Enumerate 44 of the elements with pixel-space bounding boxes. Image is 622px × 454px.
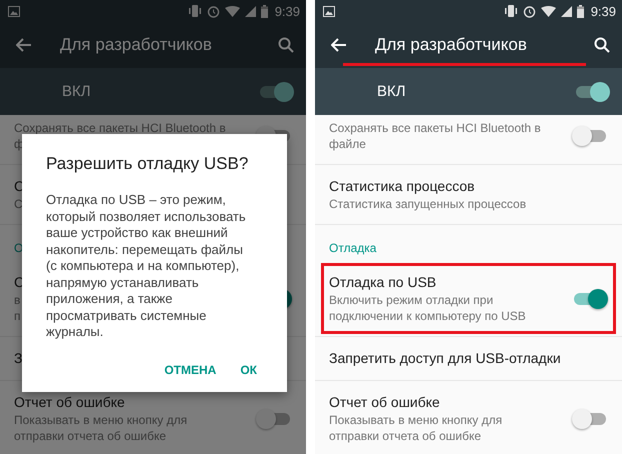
setting-description: Сохранять все пакеты HCI Bluetooth в файле	[329, 120, 541, 152]
vibrate-icon	[188, 5, 202, 17]
dialog-title: Разрешить отладку USB?	[46, 154, 250, 174]
setting-title[interactable]: З	[14, 349, 22, 368]
alarm-icon	[522, 4, 536, 18]
setting-description: Включить режим отладки при подключении к компьютеру по USB	[329, 292, 526, 324]
setting-description: Показывать в меню кнопку для отправки отчета об ошибке	[14, 412, 188, 444]
master-switch-label: ВКЛ	[62, 83, 91, 100]
setting-title[interactable]: Запретить доступ для USB-отладки	[329, 349, 561, 368]
section-header: Отладка	[328, 240, 378, 257]
setting-description: Показывать в меню кнопку для отправки отчета об ошибке	[329, 412, 502, 444]
setting-description: Статистика запущенных процессов	[329, 196, 526, 212]
status-time: 9:39	[590, 4, 616, 18]
image-icon	[323, 6, 335, 16]
setting-description: в п	[14, 292, 20, 324]
setting-title[interactable]: Статистика процессов	[329, 177, 475, 196]
setting-title[interactable]: Отчет об ошибке	[329, 393, 440, 412]
toggle-switch[interactable]	[574, 82, 610, 102]
vibrate-icon	[504, 5, 518, 17]
dialog-message: Отладка по USB – это режим, который позволяет использовать ваше устройство как внешний накопитель: перемещать файлы (с компьютера и на компьютер), напрямую устанавливать приложения, а также просматривать системные журналы.	[46, 192, 247, 340]
battery-icon	[576, 4, 584, 18]
screen-title: Для разработчиков	[375, 35, 527, 54]
toggle-switch[interactable]	[256, 408, 292, 428]
toggle-switch[interactable]	[572, 288, 608, 308]
setting-title[interactable]: Отчет об ошибке	[14, 393, 125, 412]
signal-icon	[560, 6, 572, 16]
back-arrow-icon[interactable]	[331, 38, 347, 52]
search-icon[interactable]	[594, 37, 610, 53]
toggle-switch[interactable]	[258, 82, 294, 102]
master-switch-label: ВКЛ	[377, 83, 406, 100]
toggle-switch[interactable]	[572, 126, 608, 146]
toggle-switch[interactable]	[572, 408, 608, 428]
signal-icon	[244, 6, 256, 16]
setting-description: С	[14, 196, 23, 212]
status-time: 9:39	[274, 4, 300, 18]
dialog-button[interactable]: ОТМЕНА	[154, 354, 226, 384]
alarm-icon	[206, 4, 220, 18]
setting-title[interactable]: Отладка по USB	[329, 273, 436, 292]
wifi-icon	[224, 6, 240, 16]
dialog-button[interactable]: ОК	[230, 354, 267, 384]
wifi-icon	[540, 6, 556, 16]
battery-icon	[260, 4, 268, 18]
screen-title: Для разработчиков	[60, 35, 212, 54]
image-icon	[8, 6, 20, 16]
